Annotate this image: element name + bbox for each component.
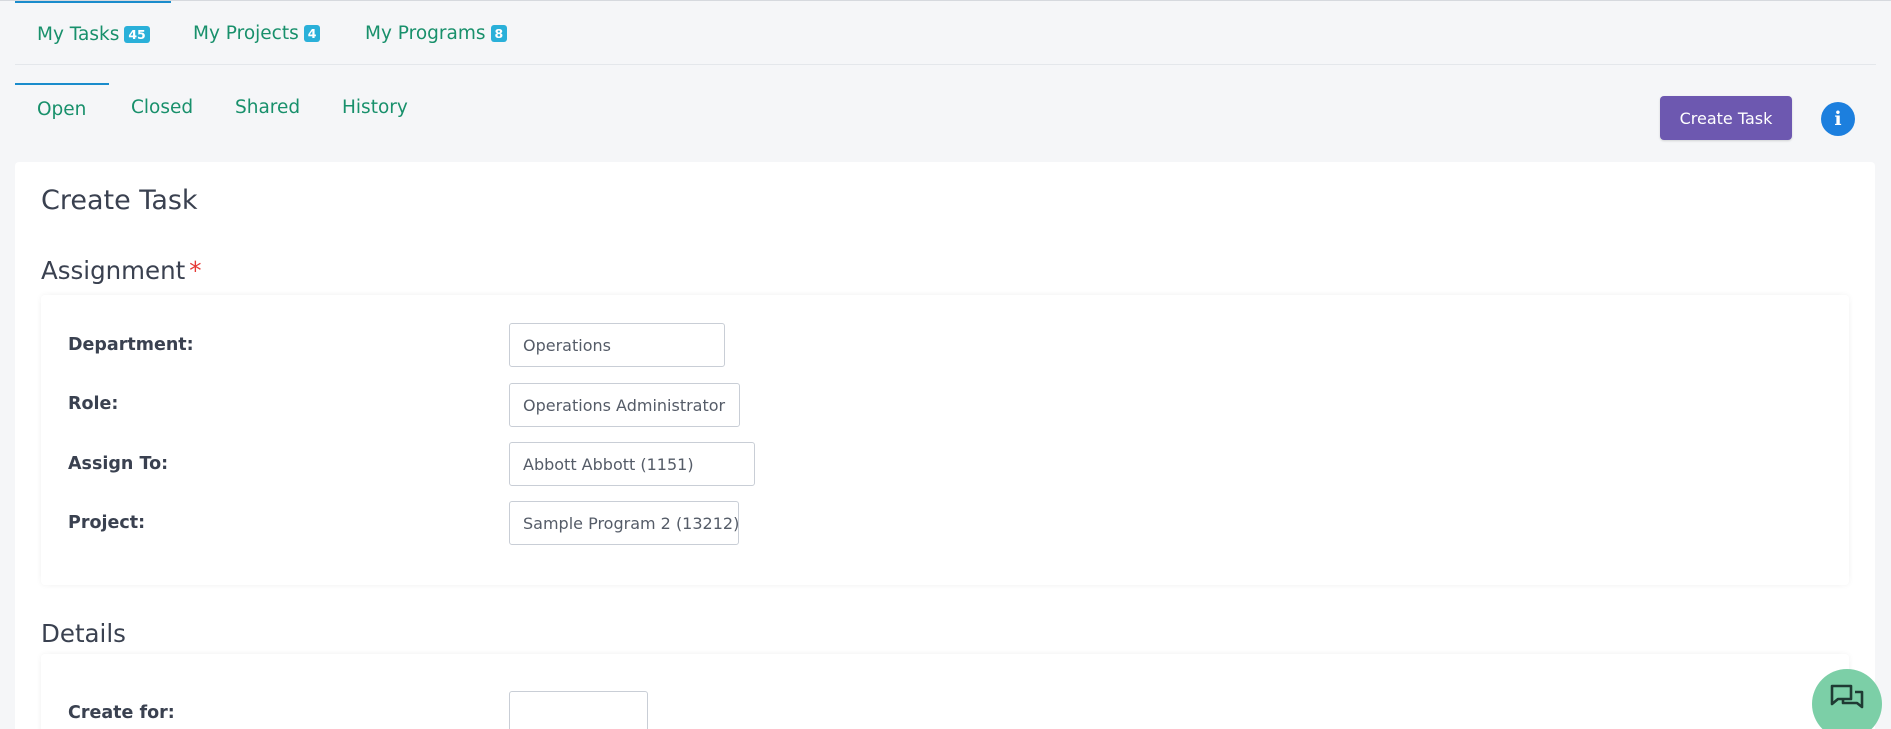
department-field[interactable]: Operations [509, 323, 725, 367]
required-marker: * [189, 256, 202, 285]
tab-label: My Projects [193, 22, 299, 44]
project-label: Project: [68, 513, 146, 533]
details-panel: Create for: [41, 654, 1849, 729]
info-icon[interactable]: i [1821, 102, 1855, 136]
chat-icon [1830, 684, 1864, 709]
project-field[interactable]: Sample Program 2 (13212) [509, 501, 739, 545]
tab-label: My Tasks [37, 23, 120, 45]
assignment-heading: Assignment * [41, 256, 202, 285]
create-task-card: Create Task Assignment * Department: Oper… [15, 162, 1875, 729]
count-badge: 45 [124, 25, 150, 43]
tab-label: My Programs [365, 22, 486, 44]
tab-my-tasks[interactable]: My Tasks 45 [15, 1, 171, 65]
count-badge: 4 [303, 24, 321, 42]
assign-to-label: Assign To: [68, 454, 169, 474]
subtab-history[interactable]: History [342, 83, 408, 129]
subtab-open[interactable]: Open [15, 83, 109, 129]
details-heading: Details [41, 619, 126, 648]
subtab-closed[interactable]: Closed [131, 83, 193, 129]
role-field[interactable]: Operations Administrator [509, 383, 740, 427]
tab-my-projects[interactable]: My Projects 4 [193, 1, 321, 65]
role-label: Role: [68, 394, 119, 414]
create-task-button[interactable]: Create Task [1660, 96, 1792, 140]
create-for-field[interactable] [509, 691, 648, 729]
subtab-shared[interactable]: Shared [235, 83, 300, 129]
count-badge: 8 [490, 24, 508, 42]
page-title: Create Task [41, 185, 198, 216]
sub-tab-bar: Open Closed Shared History [15, 83, 515, 129]
department-label: Department: [68, 335, 194, 355]
tab-my-programs[interactable]: My Programs 8 [365, 1, 508, 65]
assignment-panel: Department: Operations Role: Operations … [41, 295, 1849, 585]
create-for-label: Create for: [68, 703, 175, 723]
top-tab-bar: My Tasks 45 My Projects 4 My Programs 8 [15, 1, 1876, 65]
assign-to-field[interactable]: Abbott Abbott (1151) [509, 442, 755, 486]
section-title-text: Assignment [41, 256, 186, 285]
